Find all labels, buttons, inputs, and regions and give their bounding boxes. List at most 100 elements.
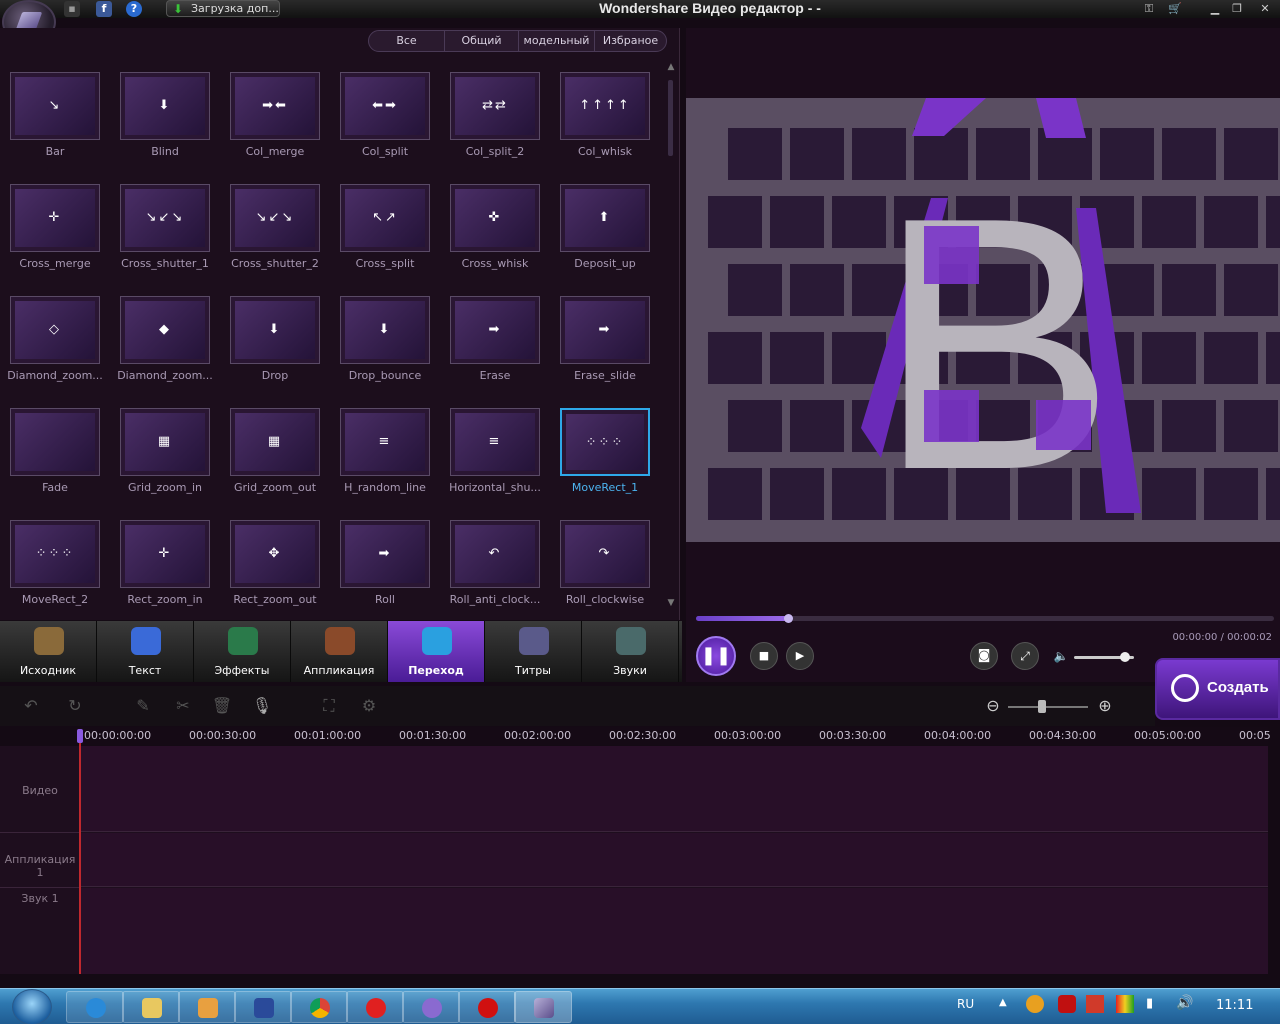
transition-tile[interactable]: ▦ Grid_zoom_in [110, 408, 220, 508]
minimize-icon[interactable]: ▁ [1204, 1, 1226, 17]
tray-expand-icon[interactable]: ▲ [999, 997, 1007, 1008]
redo-icon[interactable]: ↻ [64, 696, 86, 715]
restore-icon[interactable]: ❐ [1226, 1, 1248, 17]
network-icon[interactable]: ▮ [1146, 996, 1153, 1011]
transition-thumbnail[interactable] [10, 408, 100, 476]
transition-thumbnail[interactable]: ⬇ [120, 72, 210, 140]
transition-thumbnail[interactable]: ⬇ [340, 296, 430, 364]
snapshot-button[interactable]: ◙ [970, 642, 998, 670]
speaker-icon[interactable]: 🔈 [1052, 647, 1070, 665]
key-icon[interactable]: ⚿ [1138, 1, 1160, 17]
tray-app-icon[interactable] [1086, 995, 1104, 1013]
audio-track[interactable] [80, 888, 1268, 974]
transition-tile[interactable]: ⬇ Drop [220, 296, 330, 396]
transition-tile[interactable]: ↘↙↘ Cross_shutter_1 [110, 184, 220, 284]
video-track[interactable] [80, 746, 1268, 832]
transition-thumbnail[interactable]: ↘↙↘ [120, 184, 210, 252]
settings-icon[interactable]: ⚙ [358, 696, 380, 715]
filter-tab-favorites[interactable]: Избраное [595, 31, 666, 51]
volume-slider[interactable] [1074, 652, 1134, 662]
transition-tile[interactable]: ➡⬅ Col_merge [220, 72, 330, 172]
transition-tile[interactable]: ▦ Grid_zoom_out [220, 408, 330, 508]
transition-thumbnail[interactable]: ➡ [560, 296, 650, 364]
transition-tile[interactable]: ≡ H_random_line [330, 408, 440, 508]
taskbar-yandex[interactable] [346, 991, 404, 1023]
transition-thumbnail[interactable]: ⁘⁘⁘ [560, 408, 650, 476]
transition-thumbnail[interactable]: ◆ [120, 296, 210, 364]
tray-app-icon[interactable] [1116, 995, 1134, 1013]
undo-icon[interactable]: ↶ [20, 696, 42, 715]
taskbar-chrome[interactable] [290, 991, 348, 1023]
zoom-in-icon[interactable]: ⊕ [1094, 696, 1116, 715]
next-frame-button[interactable]: ▶ [786, 642, 814, 670]
timeline-ruler[interactable]: 00:00:00:00 00:00:30:00 00:01:00:00 00:01:3… [80, 727, 1271, 745]
transition-tile[interactable]: ✥ Rect_zoom_out [220, 520, 330, 620]
transition-thumbnail[interactable]: ↷ [560, 520, 650, 588]
transition-thumbnail[interactable]: ↘↙↘ [230, 184, 320, 252]
transition-tile[interactable]: ⬇ Blind [110, 72, 220, 172]
transition-thumbnail[interactable]: ⁘⁘⁘ [10, 520, 100, 588]
transition-tile[interactable]: ◇ Diamond_zoom... [0, 296, 110, 396]
transition-thumbnail[interactable]: ↶ [450, 520, 540, 588]
grid-scrollbar[interactable]: ▲ ▼ [666, 62, 676, 610]
playback-progress[interactable] [696, 614, 1274, 623]
taskbar-torrent[interactable] [402, 991, 460, 1023]
transition-tile[interactable]: ⬆ Deposit_up [550, 184, 660, 284]
transition-thumbnail[interactable]: ➡ [340, 520, 430, 588]
transition-tile[interactable]: ✜ Cross_whisk [440, 184, 550, 284]
tray-app-icon[interactable] [1058, 995, 1076, 1013]
progress-knob[interactable] [784, 614, 794, 623]
taskbar-media[interactable] [178, 991, 236, 1023]
transition-tile[interactable]: ↖↗ Cross_split [330, 184, 440, 284]
scroll-thumb[interactable] [668, 80, 673, 156]
transition-tile[interactable]: ➡ Roll [330, 520, 440, 620]
transition-thumbnail[interactable]: ⬇ [230, 296, 320, 364]
transition-tile[interactable]: ↷ Roll_clockwise [550, 520, 660, 620]
transition-tile[interactable]: ≡ Horizontal_shu... [440, 408, 550, 508]
overlay-track[interactable] [80, 833, 1268, 887]
transition-tile[interactable]: ⁘⁘⁘ MoveRect_2 [0, 520, 110, 620]
scroll-down-icon[interactable]: ▼ [666, 598, 676, 608]
zoom-slider[interactable] [1008, 706, 1088, 708]
transition-tile[interactable]: Fade [0, 408, 110, 508]
pause-button[interactable]: ❚❚ [696, 636, 736, 676]
taskbar-wondershare[interactable] [514, 991, 572, 1023]
clock[interactable]: 11:11 [1216, 998, 1253, 1013]
volume-knob[interactable] [1120, 652, 1130, 662]
transition-thumbnail[interactable]: ➡ [450, 296, 540, 364]
volume-tray-icon[interactable]: 🔊 [1176, 995, 1193, 1011]
transition-thumbnail[interactable]: ↖↗ [340, 184, 430, 252]
transition-thumbnail[interactable]: ✜ [450, 184, 540, 252]
category-tab[interactable]: Текст [97, 621, 194, 682]
category-tab[interactable]: Эффекты [194, 621, 291, 682]
filter-tab-general[interactable]: Общий [445, 31, 519, 51]
fullscreen-button[interactable]: ⤢ [1011, 642, 1039, 670]
transition-tile[interactable]: ⁘⁘⁘ MoveRect_1 [550, 408, 660, 508]
transition-thumbnail[interactable]: ↑↑↑↑ [560, 72, 650, 140]
transition-thumbnail[interactable]: ≡ [340, 408, 430, 476]
taskbar-explorer[interactable] [122, 991, 180, 1023]
transition-tile[interactable]: ↘ Bar [0, 72, 110, 172]
playhead-handle[interactable] [77, 729, 83, 743]
playhead[interactable] [79, 730, 81, 974]
transition-thumbnail[interactable]: ✥ [230, 520, 320, 588]
close-icon[interactable]: ✕ [1254, 1, 1276, 17]
category-tab[interactable]: Исходник [0, 621, 97, 682]
transition-thumbnail[interactable]: ✛ [10, 184, 100, 252]
transition-thumbnail[interactable]: ≡ [450, 408, 540, 476]
category-tab[interactable]: Звуки [582, 621, 679, 682]
transition-thumbnail[interactable]: ↘ [10, 72, 100, 140]
transition-thumbnail[interactable]: ⬅➡ [340, 72, 430, 140]
zoom-knob[interactable] [1038, 700, 1046, 713]
cart-icon[interactable]: 🛒 [1164, 1, 1186, 17]
transition-tile[interactable]: ↘↙↘ Cross_shutter_2 [220, 184, 330, 284]
transition-tile[interactable]: ⇄⇄ Col_split_2 [440, 72, 550, 172]
transition-thumbnail[interactable]: ◇ [10, 296, 100, 364]
scroll-up-icon[interactable]: ▲ [666, 62, 676, 72]
tray-app-icon[interactable] [1026, 995, 1044, 1013]
microphone-icon[interactable]: 🎙 [251, 696, 273, 715]
language-indicator[interactable]: RU [957, 997, 974, 1011]
start-button[interactable] [12, 989, 52, 1024]
cut-icon[interactable]: ✂ [172, 696, 194, 715]
transition-thumbnail[interactable]: ⇄⇄ [450, 72, 540, 140]
